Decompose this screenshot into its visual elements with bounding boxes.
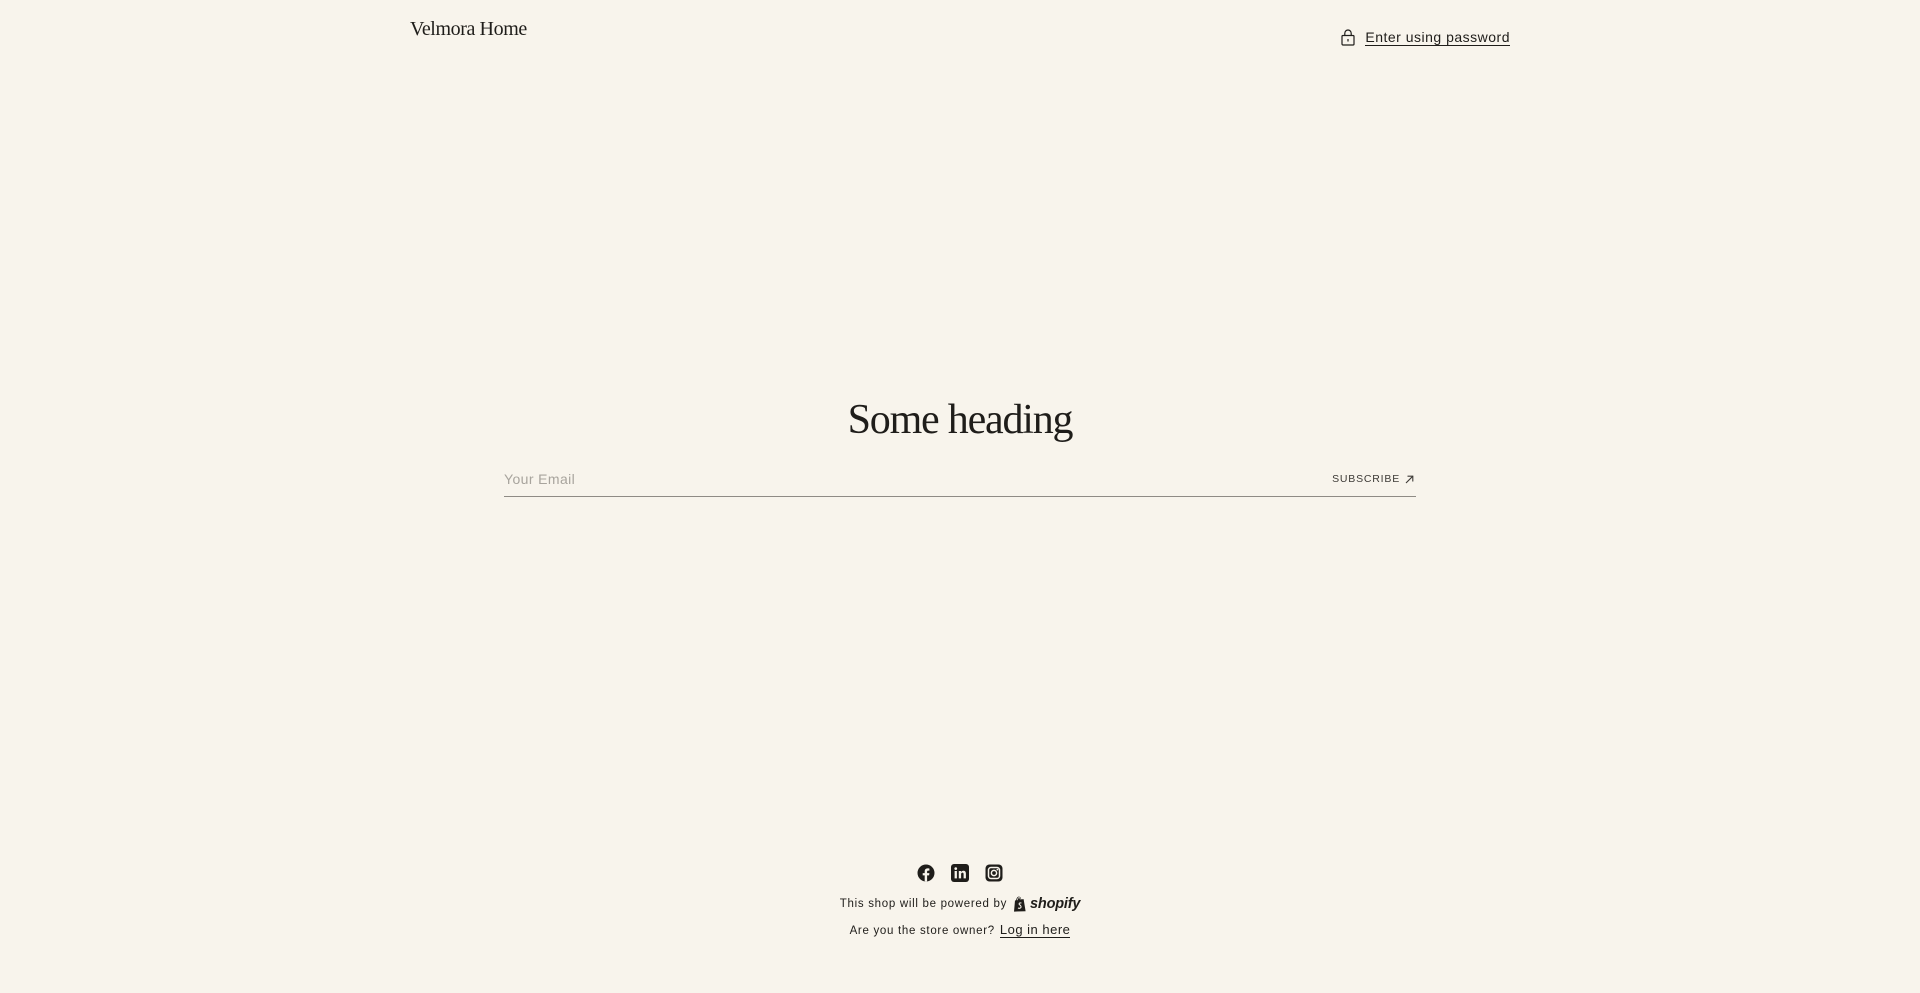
site-footer: This shop will be powered by shopify Are… xyxy=(0,864,1920,938)
lock-icon xyxy=(1340,28,1356,46)
store-name-link[interactable]: Velmora Home xyxy=(410,18,527,41)
site-header: Velmora Home Enter using password xyxy=(410,18,1510,46)
social-links xyxy=(0,864,1920,882)
subscribe-button[interactable]: SUBSCRIBE xyxy=(1332,473,1416,485)
enter-password-label: Enter using password xyxy=(1365,28,1510,46)
facebook-icon[interactable] xyxy=(917,864,935,882)
shopify-logo-link[interactable]: shopify xyxy=(1013,896,1080,912)
store-owner-line: Are you the store owner? Log in here xyxy=(0,923,1920,938)
enter-password-link[interactable]: Enter using password xyxy=(1340,28,1510,46)
linkedin-icon[interactable] xyxy=(951,864,969,882)
shopify-bag-icon xyxy=(1013,896,1027,912)
powered-by-line: This shop will be powered by shopify xyxy=(0,896,1920,912)
newsletter-section: Some heading SUBSCRIBE xyxy=(504,395,1416,497)
page-heading: Some heading xyxy=(847,397,1074,443)
shopify-wordmark: shopify xyxy=(1030,896,1081,912)
password-page: Velmora Home Enter using password Some h… xyxy=(0,0,1920,993)
newsletter-form: SUBSCRIBE xyxy=(504,464,1416,497)
login-link[interactable]: Log in here xyxy=(999,923,1071,938)
store-owner-text: Are you the store owner? xyxy=(849,924,995,937)
arrow-up-right-icon xyxy=(1405,475,1414,484)
subscribe-label: SUBSCRIBE xyxy=(1332,473,1400,485)
powered-by-text: This shop will be powered by xyxy=(839,898,1008,910)
instagram-icon[interactable] xyxy=(985,864,1003,882)
email-input[interactable] xyxy=(504,471,1333,487)
